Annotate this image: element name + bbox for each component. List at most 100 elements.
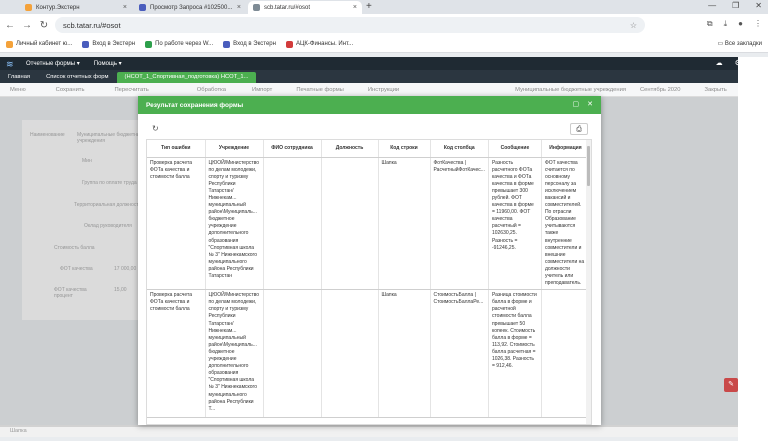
address-toolbar: ← → ↻ scb.tatar.ru/#osot ☆ ⧉ ⤓ ● ⋮ xyxy=(0,14,768,36)
app-navbar: ≋ Отчетные формы ▾ Помощь ▾ ☁ ⚙ ☺ xyxy=(0,57,768,70)
column-header[interactable]: Код строки xyxy=(378,140,431,158)
cell-row-code: Шапка xyxy=(378,157,431,291)
minimize-icon[interactable]: — xyxy=(708,1,716,10)
bookmark-item[interactable]: Личный кабинет ю... xyxy=(6,40,72,48)
refresh-icon[interactable]: ↻ xyxy=(152,124,159,133)
toolbar-close[interactable]: Закрыть xyxy=(704,87,726,93)
table-header-row: Тип ошибки Учреждение ФИО сотрудника Дол… xyxy=(147,140,590,158)
column-header[interactable]: Сообщение xyxy=(488,140,542,158)
cell-row-code: Шапка xyxy=(378,289,431,419)
browser-tab-2[interactable]: scb.tatar.ru/#osot × xyxy=(248,1,362,14)
browser-toolbar-icons: ⧉ ⤓ ● ⋮ xyxy=(707,19,762,29)
feedback-icon[interactable]: ✎ xyxy=(724,378,738,392)
close-icon[interactable]: × xyxy=(353,4,357,11)
dialog-toolbar: ↻ ⎙ xyxy=(146,123,592,135)
extensions-icon[interactable]: ⧉ xyxy=(707,19,713,29)
close-window-icon[interactable]: ✕ xyxy=(755,1,762,10)
cell-fio xyxy=(263,289,322,419)
page-margin xyxy=(738,57,768,441)
errors-table-wrap: Тип ошибки Учреждение ФИО сотрудника Дол… xyxy=(146,139,592,425)
tab-nsot-form[interactable]: (НСОТ_1_Спортивная_подготовка) НСОТ_1... xyxy=(116,72,257,83)
bookmark-item[interactable]: Вход в Экстерн xyxy=(82,40,136,48)
cell-position xyxy=(321,157,379,291)
dialog-header: Результат сохранения формы ▢ ✕ xyxy=(138,96,601,114)
menu-label: Отчетные формы xyxy=(26,61,76,67)
browser-tab-title: Контур.Экстерн xyxy=(36,4,80,11)
dialog-title: Результат сохранения формы xyxy=(146,101,244,109)
toolbar-menu[interactable]: Меню xyxy=(10,87,26,93)
bookmark-item[interactable]: По работе через W... xyxy=(145,40,214,48)
cell-col-code: ФотКачества | РасчетныйФотКачес... xyxy=(430,157,489,291)
tab-report-list[interactable]: Список отчетных форм xyxy=(38,72,116,83)
column-header[interactable]: Тип ошибки xyxy=(147,140,206,158)
toolbar-import[interactable]: Импорт xyxy=(252,87,272,93)
browser-tabstrip: Контур.Экстерн × Просмотр Запроса #10250… xyxy=(0,0,768,14)
toolbar-save[interactable]: Сохранить xyxy=(56,87,85,93)
extern-favicon-icon xyxy=(82,40,90,48)
cell-info: ФОТ качества считается по основному перс… xyxy=(541,157,590,291)
menu-icon[interactable]: ⋮ xyxy=(754,19,762,29)
bookmark-item[interactable]: Вход в Экстерн xyxy=(223,40,276,48)
cell-type: Проверка расчета ФОТа качества и стоимос… xyxy=(147,157,206,291)
menu-help[interactable]: Помощь ▾ xyxy=(94,60,122,67)
menu-label: Помощь xyxy=(93,61,117,67)
cloud-icon[interactable]: ☁ xyxy=(716,59,723,67)
bookmark-label: Вход в Экстерн xyxy=(92,41,136,47)
new-tab-icon[interactable]: + xyxy=(366,1,372,12)
print-icon[interactable]: ⎙ xyxy=(570,123,588,135)
column-header[interactable]: Должность xyxy=(321,140,379,158)
download-icon[interactable]: ⤓ xyxy=(724,19,728,29)
maximize-icon[interactable]: ▢ xyxy=(573,100,580,108)
profile-icon[interactable]: ● xyxy=(738,19,743,29)
toolbar-institution-type: Муниципальные бюджетные учреждения xyxy=(515,86,626,93)
column-header[interactable]: Учреждение xyxy=(205,140,264,158)
ack-favicon-icon xyxy=(285,40,293,48)
browser-tab-title: scb.tatar.ru/#osot xyxy=(264,4,311,11)
table-row[interactable]: Проверка расчета ФОТа качества и стоимос… xyxy=(147,289,590,419)
request-favicon-icon xyxy=(139,4,146,11)
close-icon[interactable]: × xyxy=(123,4,127,11)
form-toolbar: Меню Сохранить Пересчитать Обработка Имп… xyxy=(0,83,768,97)
close-icon[interactable]: ✕ xyxy=(587,100,593,108)
toolbar-recalc[interactable]: Пересчитать xyxy=(114,87,148,93)
cell-institution: ЦЮОЙ/Министерство по делам молодежи, спо… xyxy=(205,289,264,419)
table-row[interactable]: Проверка расчета ФОТа качества и стоимос… xyxy=(147,157,590,291)
bookmark-item[interactable]: АЦК-Финансы. Инт... xyxy=(285,40,354,48)
bookmark-label: Вход в Экстерн xyxy=(233,41,276,47)
browser-tab-0[interactable]: Контур.Экстерн × xyxy=(20,1,132,14)
toolbar-processing[interactable]: Обработка xyxy=(197,87,226,93)
back-icon[interactable]: ← xyxy=(3,20,17,31)
menu-reports[interactable]: Отчетные формы ▾ xyxy=(26,60,80,67)
status-sheet[interactable]: Шапка xyxy=(10,428,27,434)
toolbar-instructions[interactable]: Инструкции xyxy=(368,87,399,93)
all-bookmarks[interactable]: ▭ Все закладки xyxy=(718,40,762,47)
cell-type: Проверка расчета ФОТа качества и стоимос… xyxy=(147,289,206,419)
url-text: scb.tatar.ru/#osot xyxy=(63,20,121,30)
kontur-favicon-icon xyxy=(25,4,32,11)
reload-icon[interactable]: ↻ xyxy=(37,20,51,31)
bookmark-label: По работе через W... xyxy=(155,41,214,47)
bookmark-label: АЦК-Финансы. Инт... xyxy=(295,41,354,47)
tab-main[interactable]: Главная xyxy=(0,72,38,83)
column-header[interactable]: Код столбца xyxy=(430,140,489,158)
whatsapp-favicon-icon xyxy=(145,40,153,48)
browser-tab-1[interactable]: Просмотр Запроса #102500... × xyxy=(134,1,246,14)
cell-institution: ЦЮОЙ/Министерство по делам молодежи, спо… xyxy=(205,157,264,291)
table-scrollbar[interactable] xyxy=(586,140,591,424)
browser-tab-title: Просмотр Запроса #102500... xyxy=(150,4,233,11)
close-icon[interactable]: × xyxy=(237,4,241,11)
toolbar-print-forms[interactable]: Печатные формы xyxy=(296,87,344,93)
url-input[interactable]: scb.tatar.ru/#osot ☆ xyxy=(55,17,645,33)
cell-col-code: СтоимостьБалла | СтоимостьБаллаРе... xyxy=(430,289,489,419)
bookmark-star-icon[interactable]: ☆ xyxy=(630,21,637,30)
save-result-dialog: Результат сохранения формы ▢ ✕ ↻ ⎙ Тип о… xyxy=(138,96,601,425)
maximize-icon[interactable]: ❐ xyxy=(732,1,739,10)
scrollbar-thumb[interactable] xyxy=(587,146,590,186)
all-bookmarks-label: Все закладки xyxy=(724,41,762,47)
forward-icon[interactable]: → xyxy=(20,20,34,31)
cell-message: Разница стоимости балла в форме и расчет… xyxy=(488,289,542,419)
column-header[interactable]: ФИО сотрудника xyxy=(263,140,322,158)
column-header[interactable]: Информация xyxy=(541,140,590,158)
window-controls: — ❐ ✕ xyxy=(708,1,762,10)
kontur-favicon-icon xyxy=(6,40,13,48)
